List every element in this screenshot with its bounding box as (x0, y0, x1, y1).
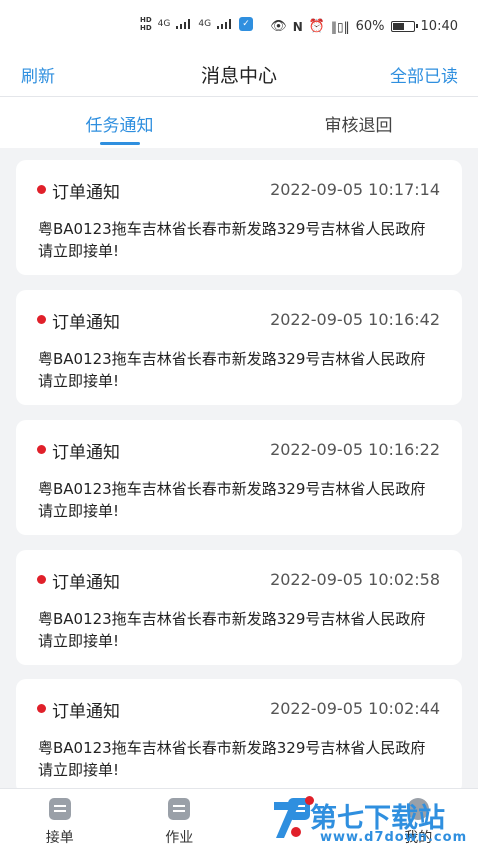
message-title: 订单通知 (52, 313, 120, 333)
message-title: 订单通知 (52, 573, 120, 593)
hd-indicator: HD HD (140, 16, 152, 32)
message-title: 订单通知 (52, 443, 120, 463)
message-body: 粤BA0123拖车吉林省长春市新发路329号吉林省人民政府 请立即接单! (38, 480, 426, 520)
page-header: 刷新 消息中心 全部已读 (0, 56, 478, 96)
message-title: 订单通知 (52, 183, 120, 203)
message-time: 2022-09-05 10:02:44 (270, 699, 440, 718)
watermark-logo-icon (274, 802, 301, 838)
alarm-icon: ⏰ (308, 19, 326, 34)
message-body: 粤BA0123拖车吉林省长春市新发路329号吉林省人民政府 请立即接单! (38, 610, 426, 650)
unread-dot (37, 315, 46, 324)
message-body: 粤BA0123拖车吉林省长春市新发路329号吉林省人民政府 请立即接单! (38, 220, 426, 260)
tab-review-returned[interactable]: 审核退回 (239, 97, 478, 148)
message-body: 粤BA0123拖车吉林省长春市新发路329号吉林省人民政府 请立即接单! (38, 350, 426, 390)
network-type-2: 4G (198, 19, 212, 29)
tabbar-item-orders[interactable]: 接单 (0, 789, 120, 850)
message-card[interactable]: 订单通知 2022-09-05 10:02:44 粤BA0123拖车吉林省长春市… (16, 679, 462, 788)
mark-all-read-button[interactable]: 全部已读 (390, 62, 458, 87)
message-card[interactable]: 订单通知 2022-09-05 10:17:14 粤BA0123拖车吉林省长春市… (16, 160, 462, 275)
hd-label-top: HD (140, 16, 152, 24)
tab-task-notifications[interactable]: 任务通知 (0, 97, 239, 148)
app-notification-icon: ✓ (239, 17, 254, 31)
message-list[interactable]: 订单通知 2022-09-05 10:17:14 粤BA0123拖车吉林省长春市… (0, 148, 478, 788)
work-icon (168, 798, 191, 820)
message-card[interactable]: 订单通知 2022-09-05 10:02:58 粤BA0123拖车吉林省长春市… (16, 550, 462, 665)
status-bar: HD HD 4G 4G ✓ 👁 N ⏰ ‖▯‖ 60% 10:40 (0, 0, 478, 56)
signal-icon (176, 19, 192, 29)
network-indicators: HD HD 4G 4G ✓ (140, 16, 254, 32)
unread-dot (37, 704, 46, 713)
clock: 10:40 (420, 19, 458, 34)
vibrate-icon: ‖▯‖ (331, 19, 350, 34)
watermark-url: www.d7down.com (320, 830, 468, 845)
battery-percent: 60% (355, 19, 385, 34)
message-title: 订单通知 (52, 702, 120, 722)
order-icon (48, 798, 71, 820)
message-time: 2022-09-05 10:16:42 (270, 310, 440, 329)
nfc-icon: N (292, 19, 303, 34)
message-card[interactable]: 订单通知 2022-09-05 10:16:42 粤BA0123拖车吉林省长春市… (16, 290, 462, 405)
unread-dot (37, 185, 46, 194)
tabbar-label: 接单 (45, 830, 74, 846)
message-time: 2022-09-05 10:02:58 (270, 570, 440, 589)
battery-icon (390, 21, 418, 32)
message-time: 2022-09-05 10:17:14 (270, 180, 440, 199)
eye-icon: 👁 (270, 19, 287, 34)
unread-dot (37, 445, 46, 454)
refresh-button[interactable]: 刷新 (21, 62, 55, 87)
tabbar-label: 作业 (165, 830, 194, 846)
watermark: 第七下载站 www.d7down.com (262, 796, 472, 848)
tabbar-item-work[interactable]: 作业 (120, 789, 240, 850)
hd-label-bottom: HD (140, 24, 152, 32)
message-card[interactable]: 订单通知 2022-09-05 10:16:22 粤BA0123拖车吉林省长春市… (16, 420, 462, 535)
system-indicators: 👁 N ⏰ ‖▯‖ 60% 10:40 (270, 19, 458, 34)
unread-dot (37, 575, 46, 584)
network-type-1: 4G (157, 19, 171, 29)
message-tabs: 任务通知 审核退回 (0, 96, 478, 148)
message-body: 粤BA0123拖车吉林省长春市新发路329号吉林省人民政府 请立即接单! (38, 739, 426, 779)
message-time: 2022-09-05 10:16:22 (270, 440, 440, 459)
signal-icon-2 (217, 19, 233, 29)
